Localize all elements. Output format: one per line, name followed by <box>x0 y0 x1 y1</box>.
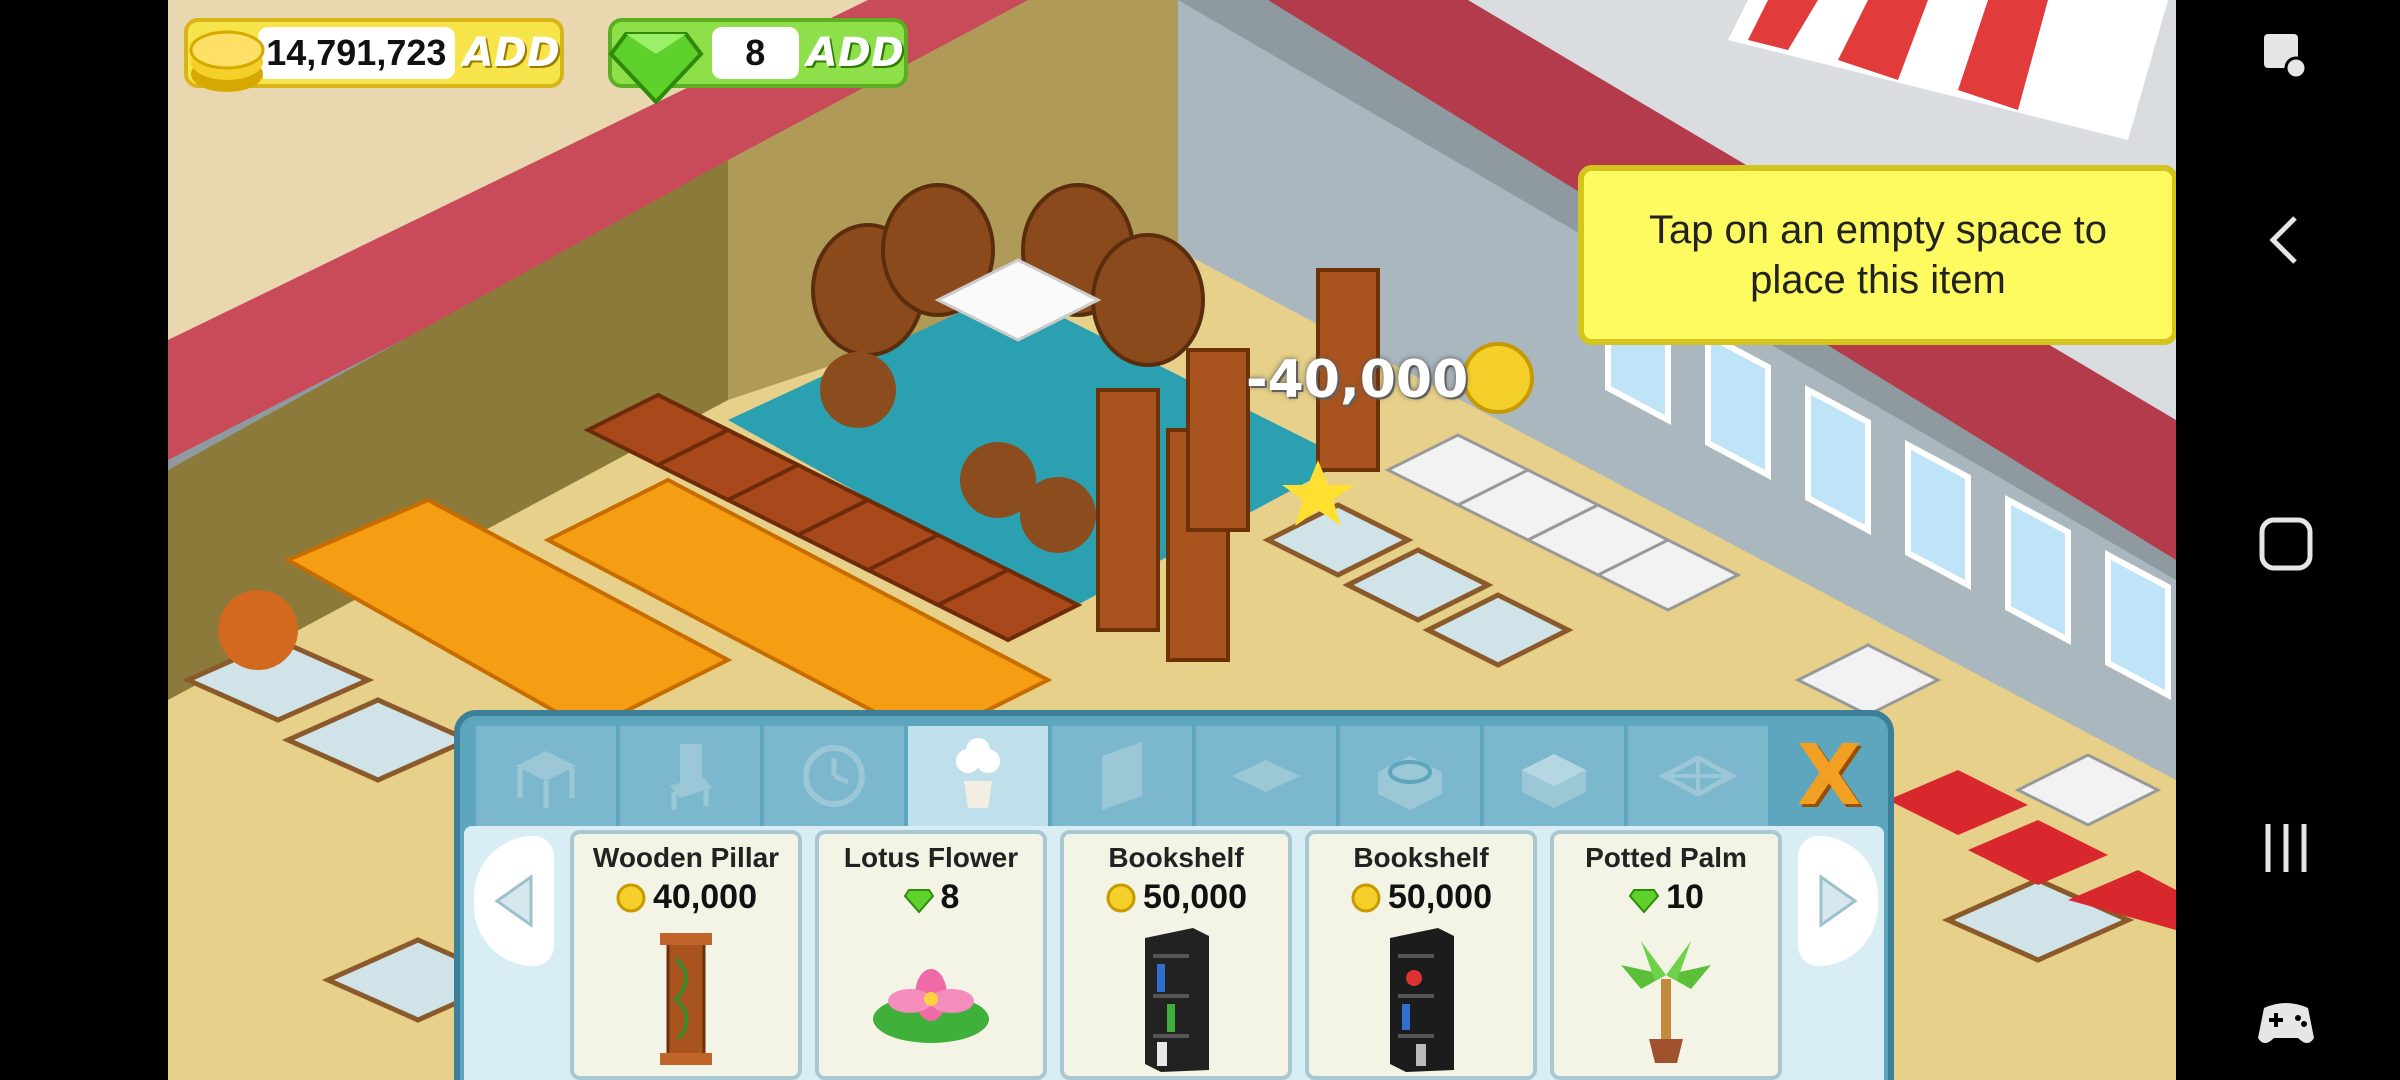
add-coins-button[interactable]: ADD <box>463 30 560 76</box>
item-price-value: 8 <box>940 878 960 916</box>
triangle-left-icon <box>494 874 533 928</box>
coin-stack-icon <box>189 30 265 92</box>
item-price: 10 <box>1554 878 1778 917</box>
gem-balance-bar: 8 ADD <box>608 18 908 104</box>
triangle-right-icon <box>1819 874 1858 928</box>
gem-icon <box>1628 888 1660 914</box>
back-icon <box>2269 216 2297 264</box>
screenshot-button[interactable] <box>2236 6 2336 106</box>
back-button[interactable] <box>2236 190 2336 290</box>
recents-button[interactable] <box>2236 798 2336 898</box>
game-viewport[interactable]: 14,791,723 ADD 8 ADD Tap on an empty spa… <box>168 0 2176 1080</box>
tab-chairs[interactable] <box>620 726 760 826</box>
lotus-flower-image <box>819 924 1043 1074</box>
stove-icon <box>1378 756 1442 810</box>
item-name: Lotus Flower <box>843 842 1019 873</box>
wooden-pillar-image <box>574 924 798 1074</box>
wall-icon <box>1102 742 1142 810</box>
shop-item-wooden-pillar[interactable]: Wooden Pillar 40,000 <box>570 830 802 1080</box>
table-icon <box>516 751 576 808</box>
counter-icon <box>1522 754 1586 808</box>
plant-icon <box>956 738 1000 808</box>
item-name: Wooden Pillar <box>592 842 780 873</box>
tab-floors[interactable] <box>1196 726 1336 826</box>
tab-counters[interactable] <box>1484 726 1624 826</box>
coin-icon <box>1351 883 1381 912</box>
system-nav-bar <box>2176 0 2400 1080</box>
gem-balance: 8 <box>712 27 799 79</box>
item-price-value: 10 <box>1666 878 1704 916</box>
expand-icon <box>1658 755 1738 797</box>
shop-item-potted-palm[interactable]: Potted Palm 10 <box>1550 830 1782 1080</box>
item-name: Bookshelf <box>1108 842 1244 873</box>
item-price-value: 50,000 <box>1143 878 1247 916</box>
floor-icon <box>1232 760 1300 792</box>
tab-tables[interactable] <box>476 726 616 826</box>
tab-walls[interactable] <box>1052 726 1192 826</box>
item-price: 50,000 <box>1064 878 1288 917</box>
bookshelf-image <box>1064 924 1288 1074</box>
tab-decor[interactable] <box>764 726 904 826</box>
coin-icon <box>1106 883 1136 912</box>
item-name: Bookshelf <box>1353 842 1489 873</box>
close-shop-button[interactable]: X <box>1784 726 1874 824</box>
item-price: 8 <box>819 878 1043 917</box>
floating-price: -40,000 <box>1246 350 1469 410</box>
home-icon <box>2259 517 2313 571</box>
tab-stoves[interactable] <box>1340 726 1480 826</box>
tab-expand[interactable] <box>1628 726 1768 826</box>
coin-balance-bar: 14,791,723 ADD <box>184 18 564 92</box>
item-price-value: 50,000 <box>1388 878 1492 916</box>
screenshot-icon <box>2264 34 2308 80</box>
shop-panel: X Wooden Pillar 40,000 Lotus Flower 8 Bo… <box>454 710 1894 1080</box>
game-tools-button[interactable] <box>2236 972 2336 1072</box>
placement-tooltip: Tap on an empty space to place this item <box>1578 165 2176 345</box>
gem-icon <box>903 888 934 914</box>
bookshelf-image <box>1309 924 1533 1074</box>
recents-icon <box>2265 824 2307 872</box>
item-price: 50,000 <box>1309 878 1533 917</box>
coin-icon <box>616 883 646 912</box>
add-gems-button[interactable]: ADD <box>807 30 904 76</box>
home-button[interactable] <box>2236 494 2336 594</box>
shop-item-lotus-flower[interactable]: Lotus Flower 8 <box>815 830 1047 1080</box>
gem-icon <box>608 32 704 104</box>
clock-icon <box>803 745 865 807</box>
game-tools-icon <box>2258 1003 2314 1043</box>
shop-item-bookshelf[interactable]: Bookshelf 50,000 <box>1060 830 1292 1080</box>
potted-palm-image <box>1554 924 1778 1074</box>
category-tabs <box>476 726 1876 826</box>
coin-balance: 14,791,723 <box>258 27 455 79</box>
chair-icon <box>670 744 712 810</box>
tab-plants[interactable] <box>908 726 1048 826</box>
item-name: Potted Palm <box>1585 842 1747 873</box>
shop-item-bookshelf[interactable]: Bookshelf 50,000 <box>1305 830 1537 1080</box>
item-price: 40,000 <box>574 878 798 917</box>
item-price-value: 40,000 <box>653 878 757 916</box>
